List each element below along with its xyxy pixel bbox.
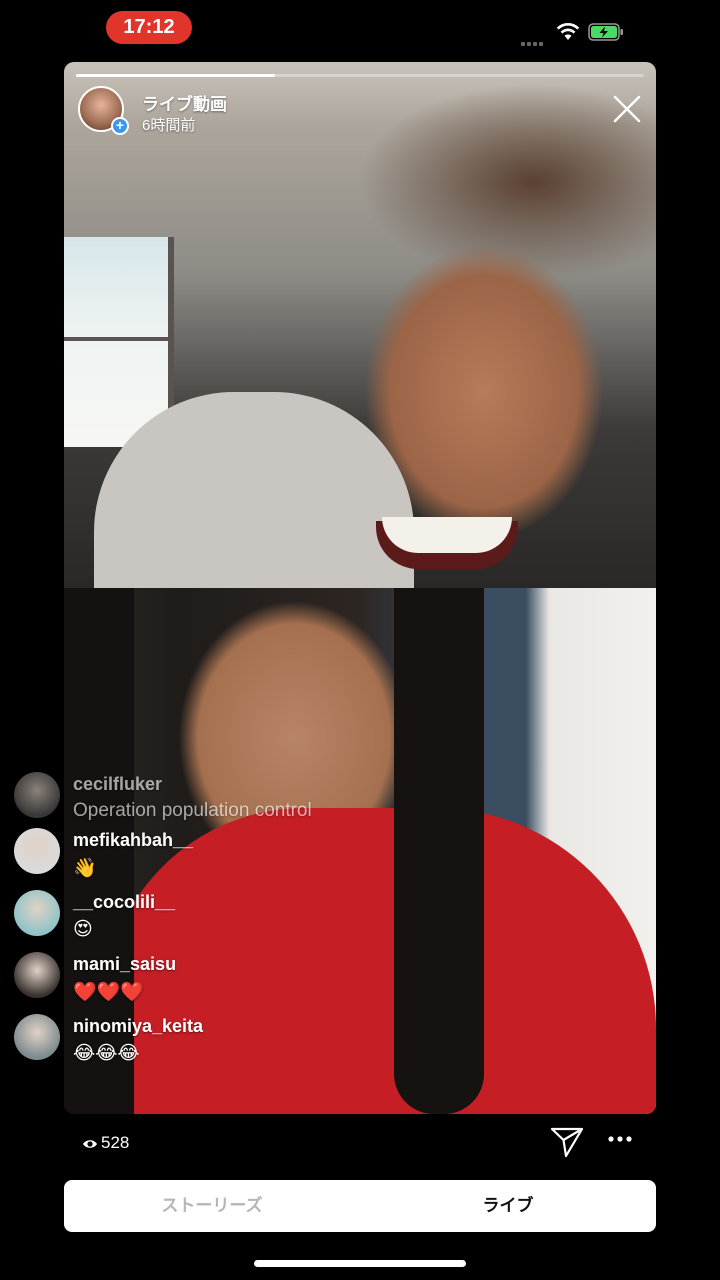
comment-text: ❤️❤️❤️ bbox=[73, 982, 144, 1003]
live-time-ago: 6時間前 bbox=[142, 117, 196, 134]
eye-icon bbox=[83, 1139, 97, 1148]
viewer-count: 528 bbox=[82, 1133, 129, 1153]
story-progress-bar bbox=[76, 74, 644, 77]
host-video bbox=[64, 62, 656, 588]
comment-username[interactable]: __cocolili__ bbox=[73, 892, 175, 913]
comment-item: mami_saisu ❤️❤️❤️ bbox=[14, 950, 434, 1006]
story-progress-fill bbox=[76, 74, 275, 77]
viewer-count-value: 528 bbox=[101, 1133, 130, 1152]
comment-item: __cocolili__ 😍 bbox=[14, 888, 434, 944]
comment-text: 👋 bbox=[73, 858, 97, 879]
cellular-signal-icon bbox=[521, 33, 549, 46]
more-options-button[interactable] bbox=[606, 1131, 634, 1151]
bottom-tab-bar: ストーリーズ ライブ bbox=[64, 1180, 656, 1232]
comment-avatar[interactable] bbox=[14, 772, 60, 818]
close-button[interactable] bbox=[612, 94, 642, 124]
comment-username[interactable]: mami_saisu bbox=[73, 954, 176, 975]
comment-text: Operation population control bbox=[73, 800, 312, 821]
comment-avatar[interactable] bbox=[14, 1014, 60, 1060]
live-title: ライブ動画 bbox=[142, 95, 227, 114]
comment-item: ninomiya_keita 😂😂😂 bbox=[14, 1012, 434, 1068]
send-icon bbox=[550, 1127, 584, 1158]
close-icon bbox=[613, 95, 641, 123]
comment-text: 😂😂😂 bbox=[73, 1043, 140, 1064]
plus-icon[interactable]: + bbox=[111, 117, 129, 135]
host-smile bbox=[382, 517, 512, 553]
wifi-icon bbox=[556, 22, 580, 42]
battery-charging-icon bbox=[588, 23, 624, 41]
comment-avatar[interactable] bbox=[14, 890, 60, 936]
home-indicator[interactable] bbox=[254, 1260, 466, 1267]
tab-live[interactable]: ライブ bbox=[360, 1180, 656, 1232]
comment-avatar[interactable] bbox=[14, 952, 60, 998]
comment-username[interactable]: ninomiya_keita bbox=[73, 1016, 203, 1037]
tab-stories[interactable]: ストーリーズ bbox=[64, 1180, 360, 1232]
more-dots-icon bbox=[608, 1136, 632, 1142]
comment-text: 😍 bbox=[73, 919, 93, 940]
status-bar: 17:12 bbox=[0, 0, 720, 60]
share-button[interactable] bbox=[550, 1126, 584, 1158]
comment-username[interactable]: mefikahbah__ bbox=[73, 830, 193, 851]
comment-item: mefikahbah__ 👋 bbox=[14, 826, 434, 882]
status-time: 17:12 bbox=[106, 11, 192, 44]
comment-item: cecilfluker Operation population control bbox=[14, 770, 434, 826]
comment-avatar[interactable] bbox=[14, 828, 60, 874]
comment-username[interactable]: cecilfluker bbox=[73, 774, 162, 795]
